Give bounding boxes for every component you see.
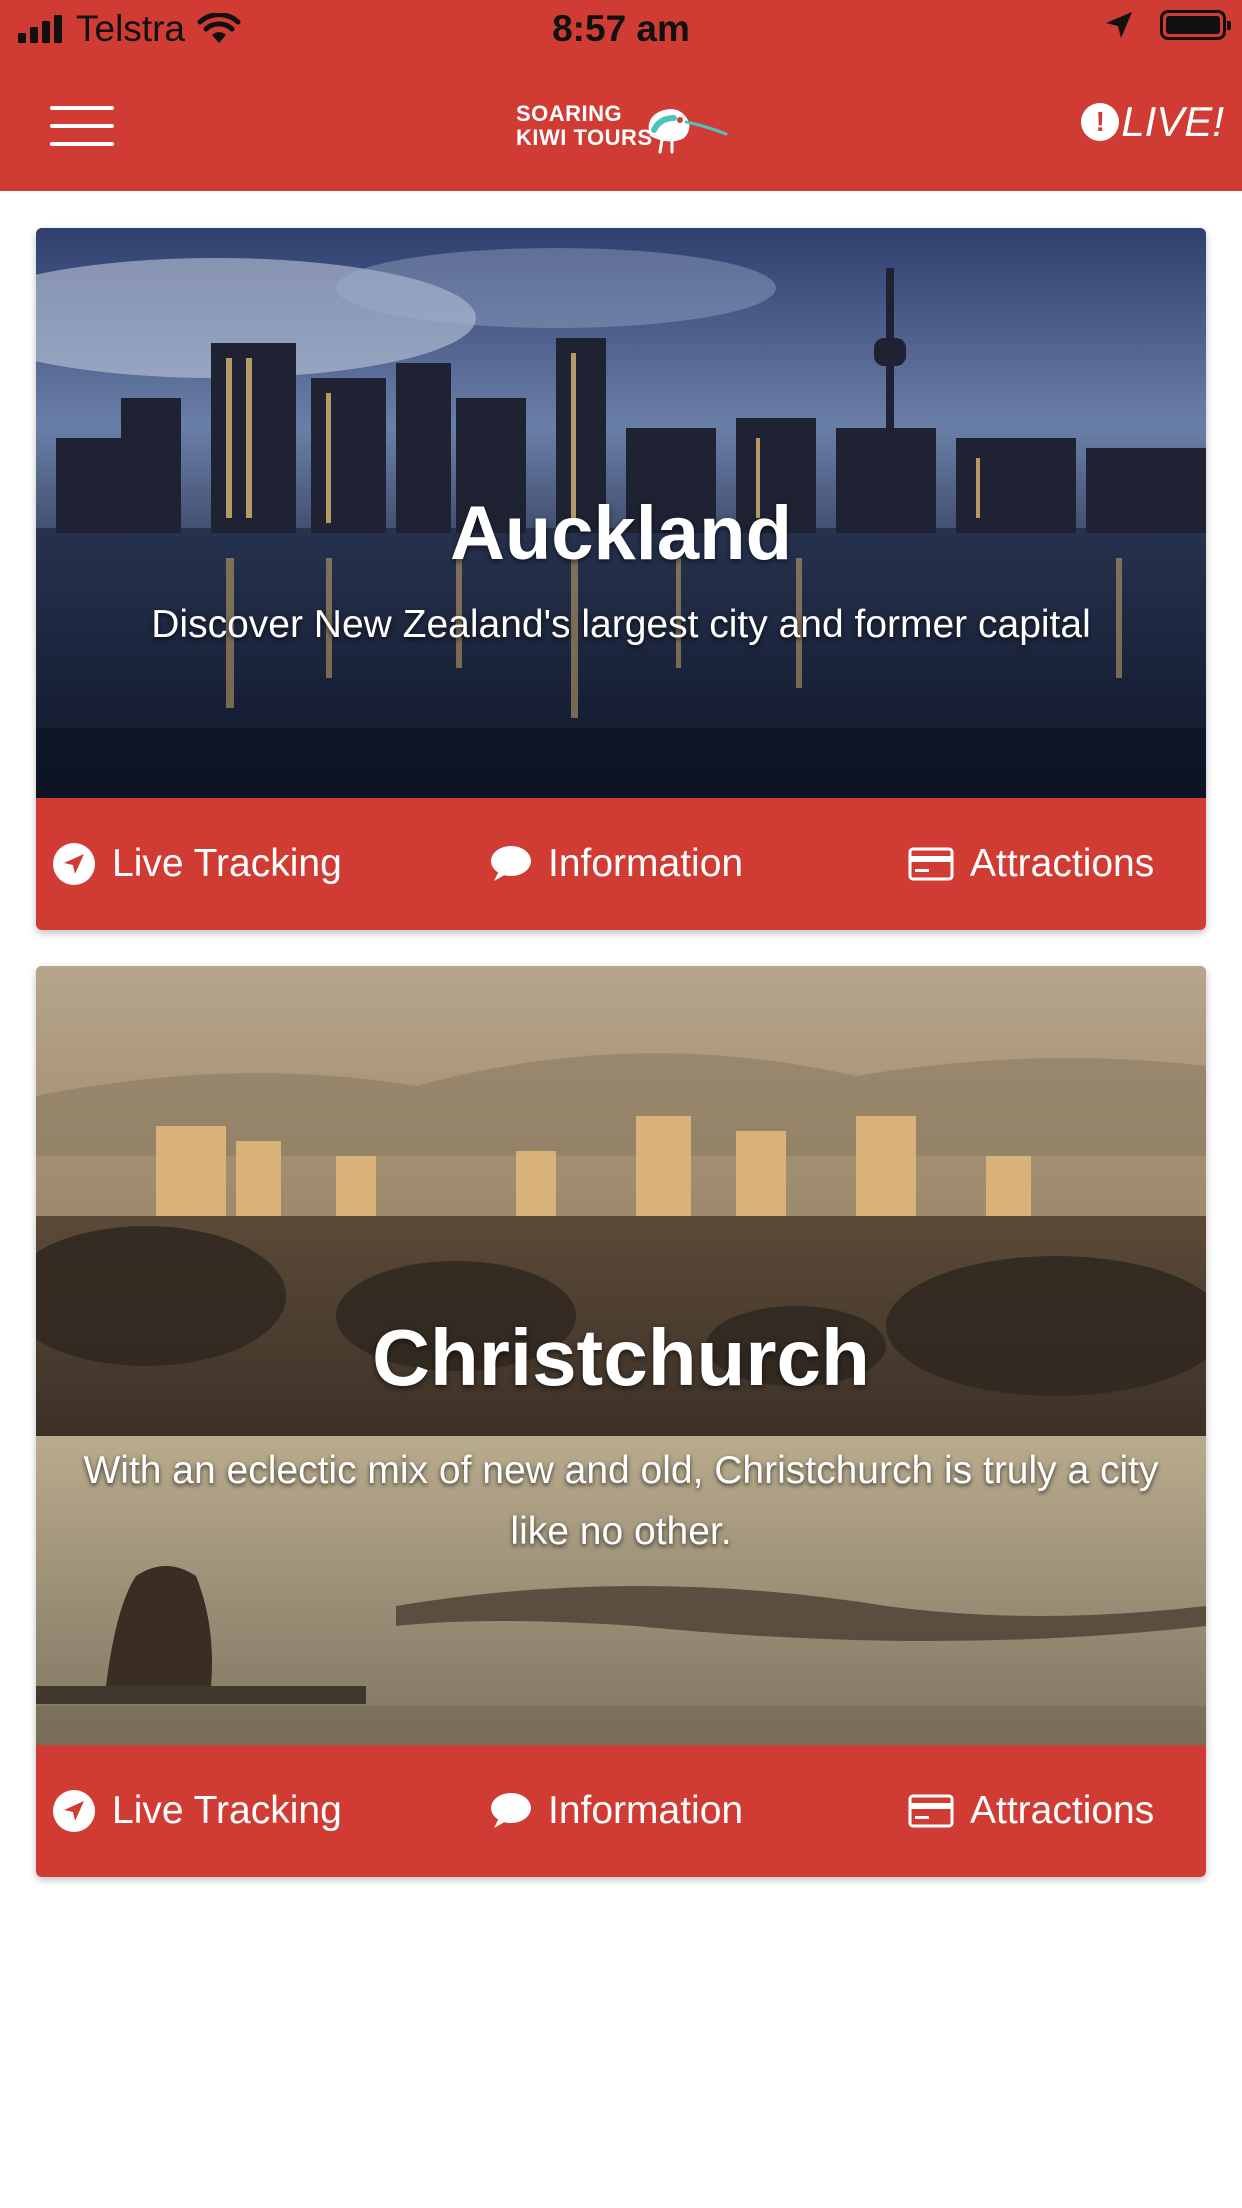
hamburger-line: [50, 142, 114, 146]
card-actions: Live Tracking Information Attractions: [36, 1745, 1206, 1877]
battery-icon: [1160, 10, 1231, 40]
information-button[interactable]: Information: [488, 798, 743, 930]
credit-card-icon: [908, 847, 954, 881]
status-right: [1104, 10, 1231, 40]
alert-icon: !: [1081, 103, 1120, 141]
hamburger-line: [50, 124, 114, 128]
live-tracking-label: Live Tracking: [112, 842, 342, 885]
city-image-auckland: Auckland Discover New Zealand's largest …: [36, 228, 1206, 798]
card-actions: Live Tracking Information Attractions: [36, 798, 1206, 930]
chat-bubble-icon: [488, 1792, 532, 1830]
live-label: LIVE!: [1121, 98, 1224, 145]
attractions-label: Attractions: [970, 842, 1155, 885]
attractions-label: Attractions: [970, 1789, 1155, 1832]
app-logo: SOARING KIWI TOURS: [510, 90, 740, 160]
kiwi-bird-icon: [648, 109, 728, 154]
information-label: Information: [548, 1789, 744, 1832]
card-subtitle: Discover New Zealand's largest city and …: [151, 603, 1091, 646]
city-image-christchurch: Christchurch With an eclectic mix of new…: [36, 966, 1206, 1745]
card-title: Christchurch: [372, 1313, 870, 1402]
card-subtitle: With an eclectic mix of new and old, Chr…: [83, 1449, 1159, 1553]
live-tracking-button[interactable]: Live Tracking: [52, 1745, 342, 1877]
information-button[interactable]: Information: [488, 1745, 743, 1877]
location-arrow-icon: [52, 842, 96, 886]
information-label: Information: [548, 842, 744, 885]
chat-bubble-icon: [488, 845, 532, 883]
status-time: 8:57 am: [552, 8, 690, 49]
menu-button[interactable]: [50, 106, 114, 148]
city-card-christchurch[interactable]: Christchurch With an eclectic mix of new…: [36, 966, 1206, 1877]
city-card-auckland[interactable]: Auckland Discover New Zealand's largest …: [36, 228, 1206, 930]
nav-bar: SOARING KIWI TOURS ! LIVE!: [0, 62, 1242, 191]
logo-line-2: KIWI TOURS: [516, 125, 653, 150]
card-title: Auckland: [449, 491, 793, 576]
credit-card-icon: [908, 1794, 954, 1828]
location-arrow-icon: [1106, 12, 1132, 38]
app-header: Telstra 8:57 am SOARING KIWI TOURS ! LIV…: [0, 0, 1242, 191]
attractions-button[interactable]: Attractions: [908, 1745, 1154, 1877]
live-button[interactable]: ! LIVE!: [1081, 98, 1224, 146]
logo-line-1: SOARING: [516, 101, 623, 126]
live-tracking-button[interactable]: Live Tracking: [52, 798, 342, 930]
attractions-button[interactable]: Attractions: [908, 798, 1154, 930]
status-bar: Telstra 8:57 am: [0, 0, 1242, 62]
location-arrow-icon: [52, 1789, 96, 1833]
hamburger-line: [50, 106, 114, 110]
logo-text: SOARING KIWI TOURS: [516, 102, 653, 150]
live-tracking-label: Live Tracking: [112, 1789, 342, 1832]
